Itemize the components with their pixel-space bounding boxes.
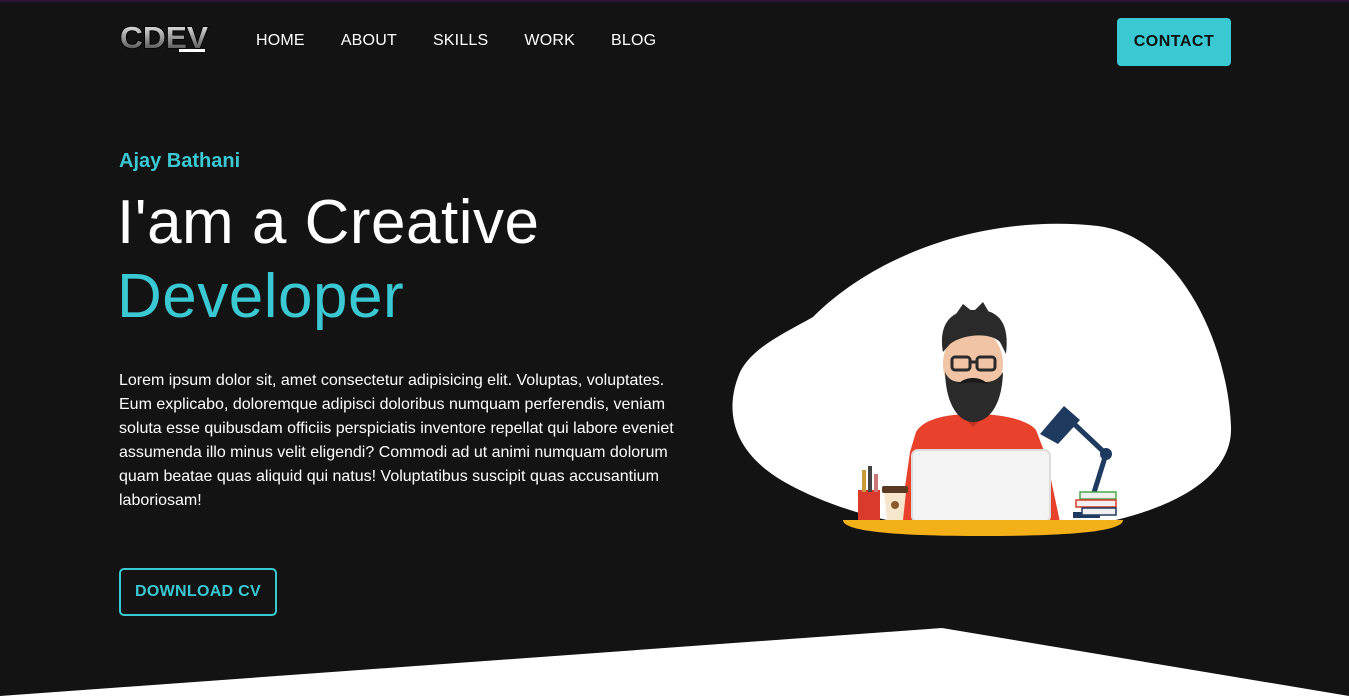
nav-skills[interactable]: SKILLS <box>433 31 488 51</box>
logo-mark: CDEV <box>119 19 209 56</box>
desk <box>843 520 1123 536</box>
download-cv-button[interactable]: DOWNLOAD CV <box>119 568 277 616</box>
hero-name: Ajay Bathani <box>119 150 241 172</box>
books <box>1079 491 1117 500</box>
contact-button[interactable]: CONTACT <box>1117 18 1231 66</box>
pencil-cup <box>858 490 880 520</box>
nav-blog[interactable]: BLOG <box>611 31 656 51</box>
nav-home[interactable]: HOME <box>256 31 305 51</box>
hero-headline-line2: Developer <box>117 262 405 331</box>
nav-about[interactable]: ABOUT <box>341 31 397 51</box>
bottom-section-divider <box>0 624 1349 699</box>
laptop <box>911 449 1051 523</box>
hero-headline-line1: I'am a Creative <box>117 188 540 257</box>
main-nav: HOME ABOUT SKILLS WORK BLOG <box>256 31 692 51</box>
hero-description: Lorem ipsum dolor sit, amet consectetur … <box>119 372 674 509</box>
site-logo[interactable]: CDEV <box>119 18 211 56</box>
top-border <box>0 0 1349 2</box>
developer-at-desk-illustration <box>728 222 1234 542</box>
nav-work[interactable]: WORK <box>524 31 575 51</box>
